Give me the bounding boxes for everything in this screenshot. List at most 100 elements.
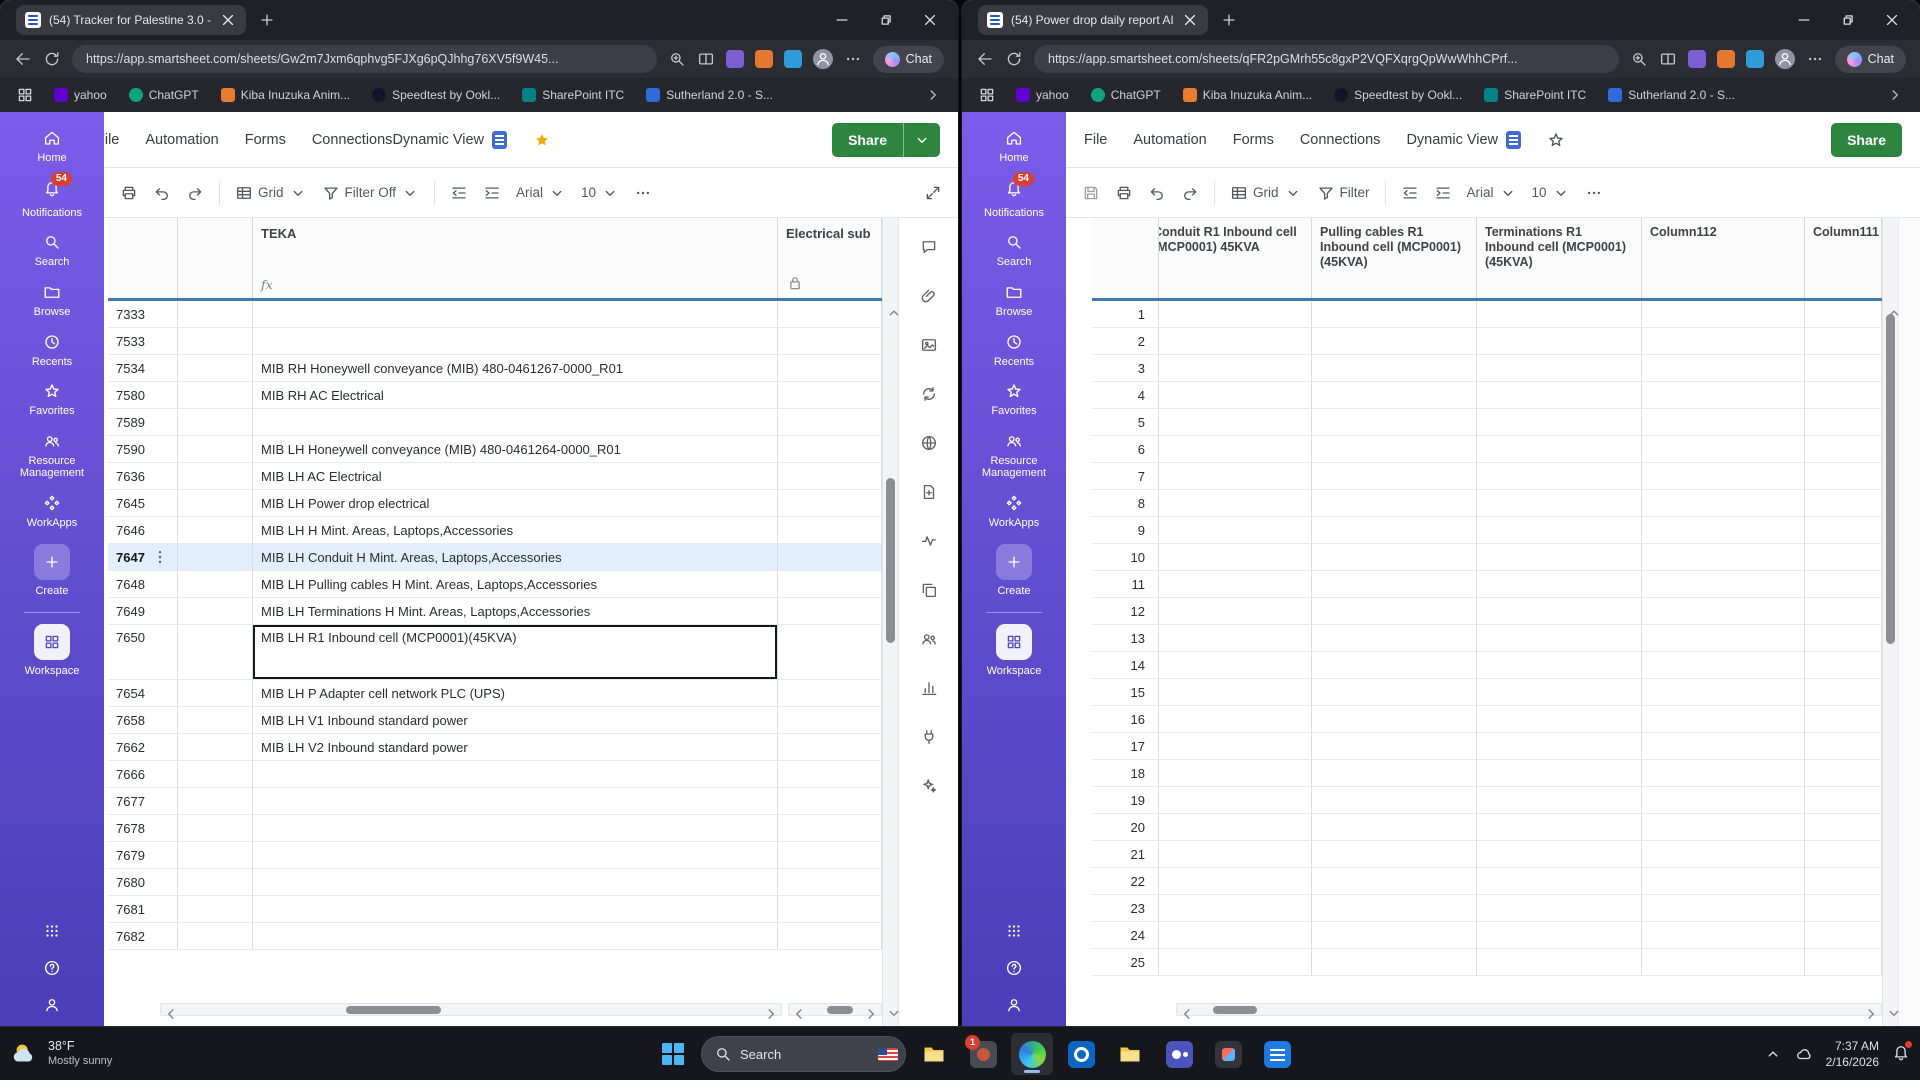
cell-teka[interactable] bbox=[253, 815, 778, 842]
table-row[interactable]: 7650 MIB LH R1 Inbound cell (MCP0001)(45… bbox=[104, 625, 882, 680]
tab-close-icon[interactable] bbox=[1181, 11, 1199, 29]
cell-pulling-cables[interactable] bbox=[1312, 652, 1477, 679]
dark-app-icon[interactable] bbox=[1207, 1033, 1249, 1075]
cell-electrical[interactable] bbox=[778, 761, 882, 788]
cell-terminations[interactable] bbox=[1477, 868, 1642, 895]
extension-icon[interactable] bbox=[755, 50, 773, 68]
reload-icon[interactable] bbox=[43, 50, 61, 68]
weather-widget[interactable]: 38°FMostly sunny bbox=[10, 1027, 112, 1080]
cell-conduit[interactable] bbox=[1159, 544, 1312, 571]
row-number-cell[interactable]: 7533 bbox=[108, 328, 178, 355]
row-number-cell[interactable]: 7648 bbox=[108, 571, 178, 598]
table-row[interactable]: 7662 MIB LH V2 Inbound standard power bbox=[104, 734, 882, 761]
menu-automation[interactable]: Automation bbox=[1133, 132, 1206, 148]
row-number-cell[interactable]: 7679 bbox=[108, 842, 178, 869]
cell-pulling-cables[interactable] bbox=[1312, 868, 1477, 895]
sidebar-item-home[interactable]: Home bbox=[962, 122, 1066, 172]
row-number-cell[interactable]: 7534 bbox=[108, 355, 178, 382]
table-row[interactable]: 7681 bbox=[104, 896, 882, 923]
cell-pulling-cables[interactable] bbox=[1312, 355, 1477, 382]
cell-electrical[interactable] bbox=[778, 517, 882, 544]
collections-icon[interactable] bbox=[16, 86, 34, 104]
back-icon[interactable] bbox=[976, 50, 994, 68]
cell-electrical[interactable] bbox=[778, 544, 882, 571]
row-number-cell[interactable]: 22 bbox=[1092, 868, 1159, 895]
bookmark[interactable]: SharePoint ITC bbox=[522, 88, 624, 102]
cell-conduit[interactable] bbox=[1159, 760, 1312, 787]
taskbar-clock[interactable]: 7:37 AM 2/16/2026 bbox=[1826, 1038, 1879, 1070]
cell-column111[interactable] bbox=[1805, 895, 1882, 922]
cell-electrical[interactable] bbox=[778, 382, 882, 409]
sidebar-item-workspace[interactable]: Workspace bbox=[962, 617, 1066, 685]
cell-teka[interactable]: MIB LH V2 Inbound standard power bbox=[253, 734, 778, 761]
cell-teka[interactable]: MIB LH Pulling cables H Mint. Areas, Lap… bbox=[253, 571, 778, 598]
bookmark[interactable]: Kiba Inuzuka Anim... bbox=[1183, 88, 1312, 102]
menu-forms[interactable]: Forms bbox=[1233, 132, 1274, 148]
table-row[interactable]: 20 bbox=[1066, 814, 1882, 841]
back-icon[interactable] bbox=[14, 50, 32, 68]
expand-icon[interactable] bbox=[924, 184, 942, 202]
scrollbar-thumb[interactable] bbox=[1886, 314, 1895, 644]
cell-column112[interactable] bbox=[1642, 301, 1805, 328]
cell-terminations[interactable] bbox=[1477, 463, 1642, 490]
table-row[interactable]: 7636 MIB LH AC Electrical bbox=[104, 463, 882, 490]
column-header-column112[interactable]: Column112 bbox=[1642, 218, 1805, 298]
cell-teka[interactable] bbox=[253, 896, 778, 923]
vertical-scrollbar[interactable] bbox=[882, 218, 898, 1026]
sidebar-item-workspace[interactable]: Workspace bbox=[0, 617, 104, 685]
table-row[interactable]: 18 bbox=[1066, 760, 1882, 787]
cell-conduit[interactable] bbox=[1159, 868, 1312, 895]
row-number-cell[interactable]: 7680 bbox=[108, 869, 178, 896]
table-row[interactable]: 7646 MIB LH H Mint. Areas, Laptops,Acces… bbox=[104, 517, 882, 544]
table-row[interactable]: 16 bbox=[1066, 706, 1882, 733]
cell-conduit[interactable] bbox=[1159, 328, 1312, 355]
table-row[interactable]: 11 bbox=[1066, 571, 1882, 598]
table-row[interactable]: 23 bbox=[1066, 895, 1882, 922]
cell-column112[interactable] bbox=[1642, 571, 1805, 598]
cell-teka[interactable]: MIB LH Terminations H Mint. Areas, Lapto… bbox=[253, 598, 778, 625]
cell-terminations[interactable] bbox=[1477, 598, 1642, 625]
table-row[interactable]: 14 bbox=[1066, 652, 1882, 679]
cell-column112[interactable] bbox=[1642, 382, 1805, 409]
cell-teka[interactable]: MIB LH R1 Inbound cell (MCP0001)(45KVA) bbox=[253, 625, 778, 680]
indicator-cell[interactable] bbox=[178, 625, 253, 680]
table-row[interactable]: 7645 MIB LH Power drop electrical bbox=[104, 490, 882, 517]
sidebar-item-search[interactable]: Search bbox=[962, 226, 1066, 276]
cell-column112[interactable] bbox=[1642, 598, 1805, 625]
cell-electrical[interactable] bbox=[778, 815, 882, 842]
row-number-cell[interactable]: 21 bbox=[1092, 841, 1159, 868]
bookmark[interactable]: Sutherland 2.0 - S... bbox=[646, 88, 773, 102]
charts-icon[interactable] bbox=[920, 679, 938, 697]
cell-pulling-cables[interactable] bbox=[1312, 706, 1477, 733]
bookmark[interactable]: Kiba Inuzuka Anim... bbox=[221, 88, 350, 102]
table-row[interactable]: 8 bbox=[1066, 490, 1882, 517]
cell-column112[interactable] bbox=[1642, 328, 1805, 355]
table-row[interactable]: 24 bbox=[1066, 922, 1882, 949]
cell-terminations[interactable] bbox=[1477, 760, 1642, 787]
close-button[interactable] bbox=[1870, 2, 1914, 38]
cell-pulling-cables[interactable] bbox=[1312, 679, 1477, 706]
cell-electrical[interactable] bbox=[778, 896, 882, 923]
cell-column112[interactable] bbox=[1642, 490, 1805, 517]
table-row[interactable]: 7647 MIB LH Conduit H Mint. Areas, Lapto… bbox=[104, 544, 882, 571]
cell-terminations[interactable] bbox=[1477, 895, 1642, 922]
column-header-conduit[interactable]: Conduit R1 Inbound cell (MCP0001) 45KVA bbox=[1159, 218, 1312, 298]
tab-close-icon[interactable] bbox=[219, 11, 237, 29]
cell-pulling-cables[interactable] bbox=[1312, 598, 1477, 625]
onedrive-cloud-icon[interactable] bbox=[1795, 1045, 1813, 1063]
cell-column111[interactable] bbox=[1805, 436, 1882, 463]
indicator-cell[interactable] bbox=[178, 436, 253, 463]
reload-icon[interactable] bbox=[1005, 50, 1023, 68]
cell-conduit[interactable] bbox=[1159, 652, 1312, 679]
row-number-cell[interactable]: 4 bbox=[1092, 382, 1159, 409]
cell-terminations[interactable] bbox=[1477, 841, 1642, 868]
bookmark[interactable]: yahoo bbox=[1016, 88, 1069, 102]
row-number-cell[interactable]: 7650 bbox=[108, 625, 178, 680]
table-row[interactable]: 10 bbox=[1066, 544, 1882, 571]
indent-icon[interactable] bbox=[483, 184, 501, 202]
bookmark[interactable]: Speedtest by Ookl... bbox=[1334, 88, 1462, 102]
cell-teka[interactable]: MIB LH P Adapter cell network PLC (UPS) bbox=[253, 680, 778, 707]
scroll-right-icon[interactable] bbox=[762, 1005, 780, 1023]
scroll-right-icon[interactable] bbox=[862, 1005, 880, 1023]
row-number-cell[interactable]: 7645 bbox=[108, 490, 178, 517]
